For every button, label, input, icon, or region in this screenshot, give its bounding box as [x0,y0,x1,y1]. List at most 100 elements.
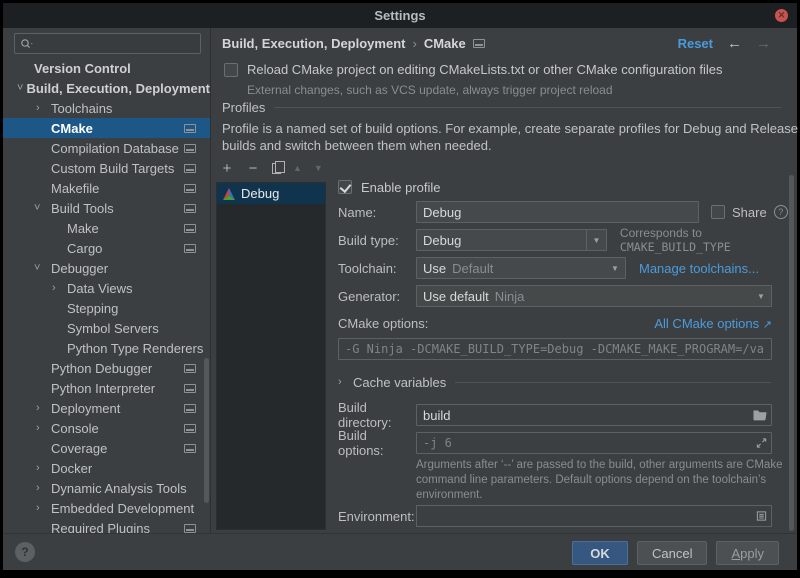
manage-toolchains-link[interactable]: Manage toolchains... [639,261,759,276]
cmake-options-field[interactable] [338,338,772,360]
apply-button[interactable]: Apply [716,541,779,565]
forward-arrow-icon: → [756,35,771,52]
screen-icon [184,384,196,393]
sidebar-item-console[interactable]: ›Console [3,418,210,438]
sidebar-item-toolchains[interactable]: ›Toolchains [3,98,210,118]
ok-button[interactable]: OK [572,541,628,565]
sidebar-item-data-views[interactable]: ›Data Views [3,278,210,298]
reload-cmake-checkbox[interactable] [224,63,238,77]
sidebar-item-required-plugins[interactable]: Required Plugins [3,518,210,533]
build-options-field[interactable] [416,432,772,454]
generator-label: Generator: [338,289,416,304]
enable-profile-label: Enable profile [361,180,441,195]
share-checkbox[interactable] [711,205,725,219]
name-field[interactable] [416,201,699,223]
build-directory-row: Build directory: [338,404,772,426]
profile-list-item-debug[interactable]: Debug [217,183,325,204]
chevron-right-icon: › [36,102,51,114]
variables-list-icon[interactable] [756,511,767,522]
screen-icon [473,39,485,48]
breadcrumb: Build, Execution, Deployment › CMake [222,32,485,54]
sidebar-item-docker[interactable]: ›Docker [3,458,210,478]
reload-cmake-row: Reload CMake project on editing CMakeLis… [224,62,722,77]
expand-icon[interactable] [756,438,767,449]
folder-icon[interactable] [753,410,767,421]
search-icon [20,38,34,50]
environment-field[interactable] [416,505,772,527]
back-arrow-icon[interactable]: ← [727,35,742,52]
sidebar-item-deployment[interactable]: ›Deployment [3,398,210,418]
sidebar-item-build-tools[interactable]: ˅Build Tools [3,198,210,218]
toolchain-select[interactable]: Use Default ▼ [416,257,626,279]
chevron-down-icon: ▼ [751,286,771,306]
environment-row: Environment: [338,505,772,527]
move-up-button: ▲ [293,163,302,173]
search-input[interactable] [14,33,201,54]
cancel-button[interactable]: Cancel [637,541,707,565]
external-link-icon: ↗ [763,319,772,331]
build-type-note: Corresponds to CMAKE_BUILD_TYPE [620,226,797,254]
build-directory-field[interactable] [416,404,772,426]
sidebar-item-makefile[interactable]: Makefile [3,178,210,198]
environment-wrap [416,505,772,527]
build-options-hint: Arguments after ‘--’ are passed to the b… [416,458,788,503]
titlebar: Settings ✕ [3,3,797,28]
screen-icon [184,424,196,433]
sidebar-item-cargo[interactable]: Cargo [3,238,210,258]
sidebar-item-make[interactable]: Make [3,218,210,238]
cmake-icon [223,188,235,200]
chevron-down-icon: ▼ [605,258,625,278]
share-help-icon[interactable]: ? [774,205,788,219]
history-nav: Reset ← → [678,32,771,54]
screen-icon [184,144,196,153]
section-divider [274,107,781,108]
build-type-label: Build type: [338,233,416,248]
sidebar-item-cmake[interactable]: CMake [3,118,210,138]
help-icon[interactable]: ? [15,542,35,562]
enable-profile-row: Enable profile [338,178,441,196]
breadcrumb-part-1[interactable]: Build, Execution, Deployment [222,36,405,51]
screen-icon [184,124,196,133]
copy-profile-button[interactable] [272,163,281,174]
sidebar-scrollbar[interactable] [204,358,209,503]
sidebar-item-build-execution-deployment[interactable]: ˅Build, Execution, Deployment [3,78,210,98]
cmake-options-header: CMake options: All CMake options ↗ [338,314,772,332]
chevron-right-icon: › [36,482,51,494]
chevron-right-icon: › [36,462,51,474]
add-profile-button[interactable]: + [220,161,234,176]
sidebar-item-dynamic-analysis-tools[interactable]: ›Dynamic Analysis Tools [3,478,210,498]
enable-profile-checkbox[interactable] [338,180,352,194]
sidebar-item-compilation-database[interactable]: Compilation Database [3,138,210,158]
sidebar-item-python-type-renderers[interactable]: Python Type Renderers [3,338,210,358]
close-icon[interactable]: ✕ [775,9,788,22]
sidebar-item-version-control[interactable]: Version Control [3,58,210,78]
build-type-select[interactable]: Debug ▼ [416,229,607,251]
sidebar-item-python-interpreter[interactable]: Python Interpreter [3,378,210,398]
sidebar-item-python-debugger[interactable]: Python Debugger [3,358,210,378]
all-cmake-options-link[interactable]: All CMake options ↗ [654,316,772,331]
screen-icon [184,204,196,213]
cache-variables-label: Cache variables [353,375,446,390]
cache-variables-row[interactable]: › Cache variables [338,372,771,392]
reset-link[interactable]: Reset [678,36,713,51]
profiles-section-title: Profiles [222,100,265,115]
screen-icon [184,364,196,373]
content-scrollbar[interactable] [789,175,794,531]
generator-select[interactable]: Use default Ninja ▼ [416,285,772,307]
chevron-right-icon: › [52,282,67,294]
screen-icon [184,244,196,253]
chevron-right-icon: › [36,502,51,514]
sidebar-item-coverage[interactable]: Coverage [3,438,210,458]
section-divider [455,382,771,383]
sidebar-item-embedded-development[interactable]: ›Embedded Development [3,498,210,518]
sidebar-item-debugger[interactable]: ˅Debugger [3,258,210,278]
sidebar-item-custom-build-targets[interactable]: Custom Build Targets [3,158,210,178]
name-label: Name: [338,205,416,220]
sidebar-item-stepping[interactable]: Stepping [3,298,210,318]
breadcrumb-part-2: CMake [424,36,466,51]
dialog-footer: ? OK Cancel Apply [3,533,797,570]
sidebar-item-symbol-servers[interactable]: Symbol Servers [3,318,210,338]
remove-profile-button[interactable]: − [246,161,260,176]
screen-icon [184,224,196,233]
build-options-label: Build options: [338,428,416,458]
